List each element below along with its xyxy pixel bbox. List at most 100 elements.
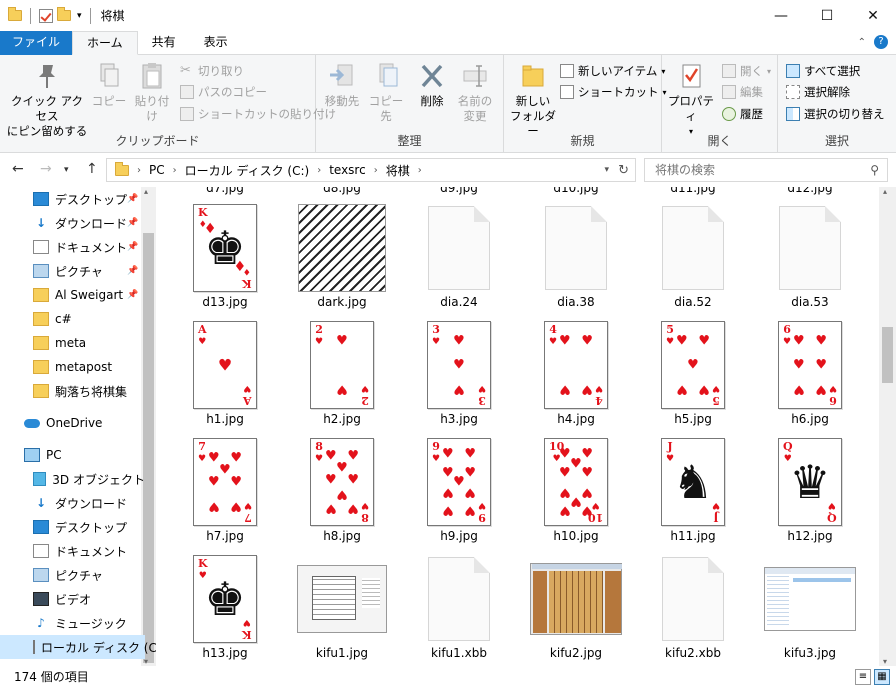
details-view-icon[interactable]: ≡: [855, 669, 871, 685]
nav-item-quick[interactable]: ピクチャ 📌: [0, 259, 145, 283]
cut-button[interactable]: ✂ 切り取り: [180, 61, 244, 81]
pin-quick-access-button[interactable]: クイック アクセス にピン留めする: [6, 61, 88, 139]
scroll-down-icon[interactable]: ▾: [883, 657, 887, 666]
nav-item-pc-child[interactable]: ローカル ディスク (C: [0, 635, 156, 659]
file-item[interactable]: kifu1.xbb: [405, 554, 513, 660]
large-icons-view-icon[interactable]: ▦: [874, 669, 890, 685]
back-arrow-icon[interactable]: ←: [12, 161, 24, 177]
file-item[interactable]: 5 ♥ 5 ♥ ♥ ♥ ♥ ♥ ♥ h5.jpg: [639, 320, 747, 426]
file-name-partial[interactable]: d8.jpg: [288, 187, 396, 195]
maximize-button[interactable]: ☐: [804, 0, 850, 31]
chevron-right-icon[interactable]: ›: [374, 165, 378, 176]
file-item[interactable]: kifu1.jpg: [288, 554, 396, 660]
nav-item-pc-child[interactable]: ♪ ミュージック: [0, 611, 145, 635]
file-name-partial[interactable]: d7.jpg: [171, 187, 279, 195]
invert-selection-button[interactable]: 選択の切り替え: [786, 104, 885, 124]
file-item[interactable]: J ♥ J ♥ ♞ h11.jpg: [639, 437, 747, 543]
tab-view[interactable]: 表示: [190, 31, 242, 55]
nav-item-quick[interactable]: ドキュメント 📌: [0, 235, 145, 259]
history-button[interactable]: 履歴: [722, 104, 763, 124]
file-name-partial[interactable]: d11.jpg: [639, 187, 747, 195]
copy-button[interactable]: コピー: [90, 61, 128, 109]
nav-item-quick[interactable]: 駒落ち将棋集: [0, 379, 145, 403]
chevron-right-icon[interactable]: ›: [418, 165, 422, 176]
nav-item-pc-child[interactable]: ↓ ダウンロード: [0, 491, 145, 515]
collapse-ribbon-icon[interactable]: ⌃: [858, 37, 866, 48]
copy-path-button[interactable]: パスのコピー: [180, 82, 267, 102]
nav-item-quick[interactable]: meta: [0, 331, 145, 355]
file-item[interactable]: K ♦ K ♦ ♚ ♦ ♦ d13.jpg: [171, 203, 279, 309]
nav-item-pc-child[interactable]: ドキュメント: [0, 539, 145, 563]
paste-button[interactable]: 貼り付け: [130, 61, 174, 124]
file-item[interactable]: K ♥ K ♥ ♚ h13.jpg: [171, 554, 279, 660]
chevron-right-icon[interactable]: ›: [317, 165, 321, 176]
up-arrow-icon[interactable]: ↑: [86, 161, 98, 177]
forward-arrow-icon[interactable]: →: [40, 161, 52, 177]
tab-share[interactable]: 共有: [138, 31, 190, 55]
delete-button[interactable]: 削除: [414, 61, 450, 109]
recent-locations-icon[interactable]: ▾: [64, 165, 69, 175]
chevron-right-icon[interactable]: ›: [173, 165, 177, 176]
paste-shortcut-button[interactable]: ショートカットの貼り付け: [180, 104, 336, 124]
nav-item-pc[interactable]: PC: [0, 443, 145, 467]
copy-to-button[interactable]: コピー先: [364, 61, 408, 124]
breadcrumb-pc[interactable]: PC: [149, 163, 165, 177]
rename-button[interactable]: 名前の 変更: [452, 61, 498, 124]
tab-file[interactable]: ファイル: [0, 31, 73, 55]
file-item[interactable]: dia.52: [639, 203, 747, 309]
file-item[interactable]: dark.jpg: [288, 203, 396, 309]
properties-button[interactable]: プロパティ ▾: [666, 61, 716, 139]
file-item[interactable]: 9 ♥ 9 ♥ ♥ ♥ ♥ ♥ ♥ ♥ ♥ ♥ ♥ h9.jpg: [405, 437, 513, 543]
file-item[interactable]: 2 ♥ 2 ♥ ♥ ♥ h2.jpg: [288, 320, 396, 426]
nav-item-quick[interactable]: ↓ ダウンロード 📌: [0, 211, 145, 235]
file-item[interactable]: dia.24: [405, 203, 513, 309]
nav-item-pc-child[interactable]: ピクチャ: [0, 563, 145, 587]
new-item-button[interactable]: 新しいアイテム ▾: [560, 61, 665, 81]
file-item[interactable]: kifu2.jpg: [522, 554, 630, 660]
select-none-button[interactable]: 選択解除: [786, 82, 850, 102]
nav-item-quick[interactable]: c#: [0, 307, 145, 331]
help-icon[interactable]: ?: [874, 35, 888, 49]
new-folder-icon[interactable]: [57, 7, 71, 21]
file-item[interactable]: kifu3.jpg: [756, 554, 864, 660]
edit-button[interactable]: 編集: [722, 82, 763, 102]
nav-item-onedrive[interactable]: OneDrive: [0, 411, 145, 435]
nav-item-pc-child[interactable]: ビデオ: [0, 587, 145, 611]
file-item[interactable]: 3 ♥ 3 ♥ ♥ ♥ ♥ h3.jpg: [405, 320, 513, 426]
shortcut-button[interactable]: ショートカット ▾: [560, 82, 667, 102]
nav-item-pc-child[interactable]: デスクトップ: [0, 515, 145, 539]
file-item[interactable]: kifu2.xbb: [639, 554, 747, 660]
properties-icon[interactable]: [39, 8, 53, 23]
breadcrumb-local-disk[interactable]: ローカル ディスク (C:): [185, 162, 310, 179]
refresh-icon[interactable]: ↻: [618, 163, 629, 178]
new-folder-button[interactable]: 新しい フォルダー: [508, 61, 558, 139]
address-dropdown-icon[interactable]: ▾: [604, 165, 609, 175]
file-name-partial[interactable]: d9.jpg: [405, 187, 513, 195]
tab-home[interactable]: ホーム: [72, 31, 138, 55]
nav-item-quick[interactable]: Al Sweigart 📌: [0, 283, 145, 307]
content-scrollbar[interactable]: ▴ ▾: [879, 187, 896, 666]
scroll-up-icon[interactable]: ▴: [883, 187, 887, 196]
close-button[interactable]: ✕: [850, 0, 896, 31]
file-name-partial[interactable]: d10.jpg: [522, 187, 630, 195]
breadcrumb-texsrc[interactable]: texsrc: [329, 163, 366, 177]
file-item[interactable]: 7 ♥ 7 ♥ ♥ ♥ ♥ ♥ ♥ ♥ ♥ h7.jpg: [171, 437, 279, 543]
content-scrollbar-thumb[interactable]: [882, 327, 893, 383]
search-icon[interactable]: ⚲: [870, 159, 879, 181]
file-item[interactable]: 6 ♥ 6 ♥ ♥ ♥ ♥ ♥ ♥ ♥ h6.jpg: [756, 320, 864, 426]
chevron-right-icon[interactable]: ›: [137, 165, 141, 176]
file-item[interactable]: 10 ♥ 10 ♥ ♥ ♥ ♥ ♥ ♥ ♥ ♥ ♥ ♥ ♥ h10.jpg: [522, 437, 630, 543]
file-item[interactable]: 4 ♥ 4 ♥ ♥ ♥ ♥ ♥ h4.jpg: [522, 320, 630, 426]
file-item[interactable]: 8 ♥ 8 ♥ ♥ ♥ ♥ ♥ ♥ ♥ ♥ ♥ h8.jpg: [288, 437, 396, 543]
breadcrumb-shogi[interactable]: 将棋: [386, 162, 410, 179]
nav-item-quick[interactable]: デスクトップ 📌: [0, 187, 145, 211]
file-item[interactable]: dia.38: [522, 203, 630, 309]
nav-item-pc-child[interactable]: 3D オブジェクト: [0, 467, 145, 491]
file-item[interactable]: dia.53: [756, 203, 864, 309]
file-item[interactable]: Q ♥ Q ♥ ♛ h12.jpg: [756, 437, 864, 543]
address-bar[interactable]: › PC › ローカル ディスク (C:) › texsrc › 将棋 › ▾ …: [106, 158, 636, 182]
nav-item-quick[interactable]: metapost: [0, 355, 145, 379]
move-to-button[interactable]: 移動先: [320, 61, 364, 109]
minimize-button[interactable]: —: [758, 0, 804, 31]
select-all-button[interactable]: すべて選択: [786, 61, 860, 81]
